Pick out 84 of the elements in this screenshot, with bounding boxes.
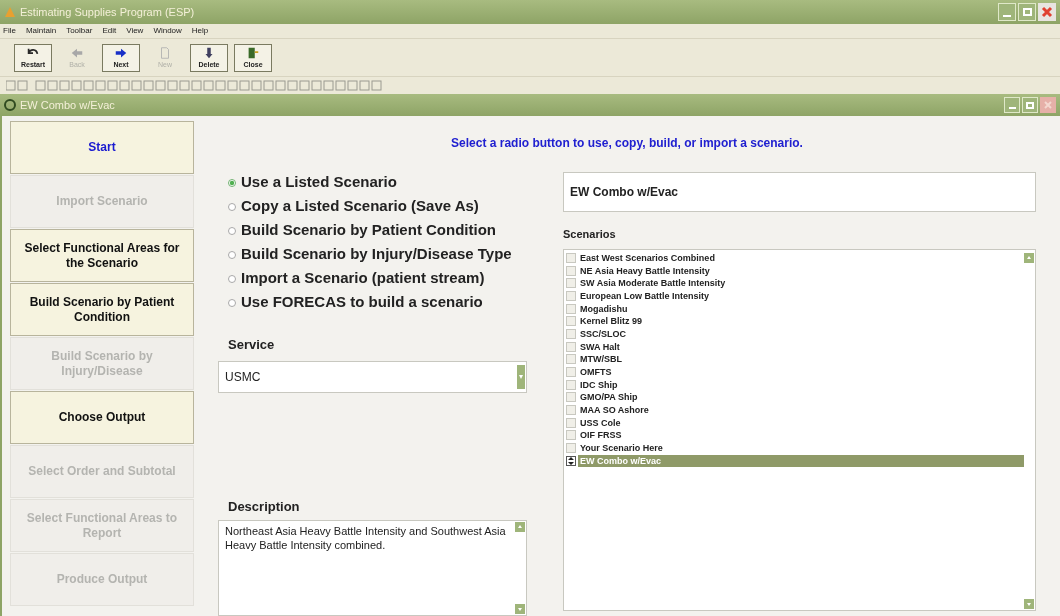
list-item[interactable]: SWA Halt [578,340,1024,353]
child-window-title: EW Combo w/Evac [20,97,115,113]
radio-label[interactable]: Use a Listed Scenario [241,171,397,194]
list-item[interactable]: Mogadishu [578,302,1024,315]
nav-button[interactable]: Start [10,121,194,174]
scroll-down-icon[interactable] [515,604,525,614]
radio-button[interactable] [228,298,236,307]
scroll-down-icon[interactable] [1024,598,1034,609]
checkbox[interactable] [566,341,576,352]
menu-item[interactable]: File [3,25,16,37]
checkbox[interactable] [566,430,576,441]
checkbox[interactable] [566,303,576,314]
menu-item[interactable]: View [126,25,144,37]
checkbox[interactable] [566,252,576,263]
radio-button[interactable] [228,274,236,283]
service-dropdown[interactable]: USMC [218,360,527,393]
window-title: Estimating Supplies Program (ESP) [20,4,195,20]
radio-label[interactable]: Use FORECAS to build a scenario [241,291,483,314]
checkbox[interactable] [566,443,576,454]
left-arrow-icon [70,46,84,60]
radio-label[interactable]: Build Scenario by Patient Condition [241,219,496,242]
restore-button[interactable] [1018,3,1036,21]
right-arrow-icon [114,46,128,60]
list-item[interactable]: SSC/SLOC [578,327,1024,340]
menu-item[interactable]: Maintain [25,25,57,37]
list-item[interactable]: OMFTS [578,366,1024,379]
checkbox[interactable] [566,328,576,339]
list-label: Scenarios [563,227,617,242]
list-item[interactable]: MAA SO Ashore [578,404,1024,417]
close-button[interactable] [1040,97,1056,113]
radio-label[interactable]: Copy a Listed Scenario (Save As) [241,195,479,218]
scroll-up-icon[interactable] [515,522,525,532]
checkbox[interactable] [566,354,576,365]
radio-button[interactable] [228,202,236,211]
list-item[interactable]: Your Scenario Here [578,442,1024,455]
checkbox[interactable] [566,367,576,378]
list-item[interactable]: IDC Ship [578,378,1024,391]
scenarios-list[interactable] [563,248,1036,611]
menu-item[interactable]: Window [153,25,182,37]
list-item[interactable]: MTW/SBL [578,353,1024,366]
menu-item[interactable]: Edit [102,25,117,37]
description-field[interactable]: Northeast Asia Heavy Battle Intensity and Southwest Asia Heavy Battle Intensity combined. [218,520,527,616]
app-icon [4,6,16,18]
checkbox[interactable] [566,405,576,416]
scroll-up-icon[interactable] [1024,252,1034,263]
close-icon [1043,100,1053,110]
checkbox[interactable] [566,417,576,428]
nav-button[interactable]: Select Functional Areas for the Scenario [10,229,194,282]
radio-label[interactable]: Import a Scenario (patient stream) [241,267,485,290]
page-icon [158,46,172,60]
list-item[interactable]: SW Asia Moderate Battle Intensity [578,277,1024,290]
checkbox[interactable] [566,316,576,327]
nav-button[interactable]: Build Scenario by Patient Condition [10,283,194,336]
field-label: Description [228,497,301,516]
checkbox[interactable] [566,392,576,403]
checkbox[interactable] [566,278,576,289]
nav-button[interactable]: Choose Output [10,391,194,444]
menu-item[interactable]: Help [191,25,209,37]
checkbox[interactable] [566,379,576,390]
list-item[interactable]: Kernel Blitz 99 [578,315,1024,328]
checkbox[interactable] [566,290,576,301]
checkbox[interactable] [566,265,576,276]
list-item[interactable]: NE Asia Heavy Battle Intensity [578,264,1024,277]
list-item[interactable]: European Low Battle Intensity [578,289,1024,302]
radio-button[interactable] [228,250,236,259]
list-item[interactable]: GMO/PA Ship [578,391,1024,404]
scenario-name-field[interactable]: EW Combo w/Evac [563,172,1036,212]
list-item[interactable]: East West Scenarios Combined [578,251,1024,264]
radio-button[interactable] [228,178,236,187]
list-item[interactable]: OIF FRSS [578,429,1024,442]
field-label: Service [228,336,276,354]
radio-button[interactable] [228,226,236,235]
radio-label[interactable]: Build Scenario by Injury/Disease Type [241,243,512,266]
restore-button[interactable] [1022,97,1038,113]
close-button[interactable] [1038,3,1056,21]
minimize-button[interactable] [998,3,1016,21]
window-icon [4,99,16,111]
list-item[interactable]: USS Cole [578,416,1024,429]
row-marker-icon [566,455,576,466]
menu-item[interactable]: Toolbar [66,25,93,37]
door-icon [246,46,260,60]
instruction-text: Select a radio button to use, copy, build, or import a scenario. [450,135,804,152]
minimize-button[interactable] [1004,97,1020,113]
close-icon [1041,6,1053,18]
